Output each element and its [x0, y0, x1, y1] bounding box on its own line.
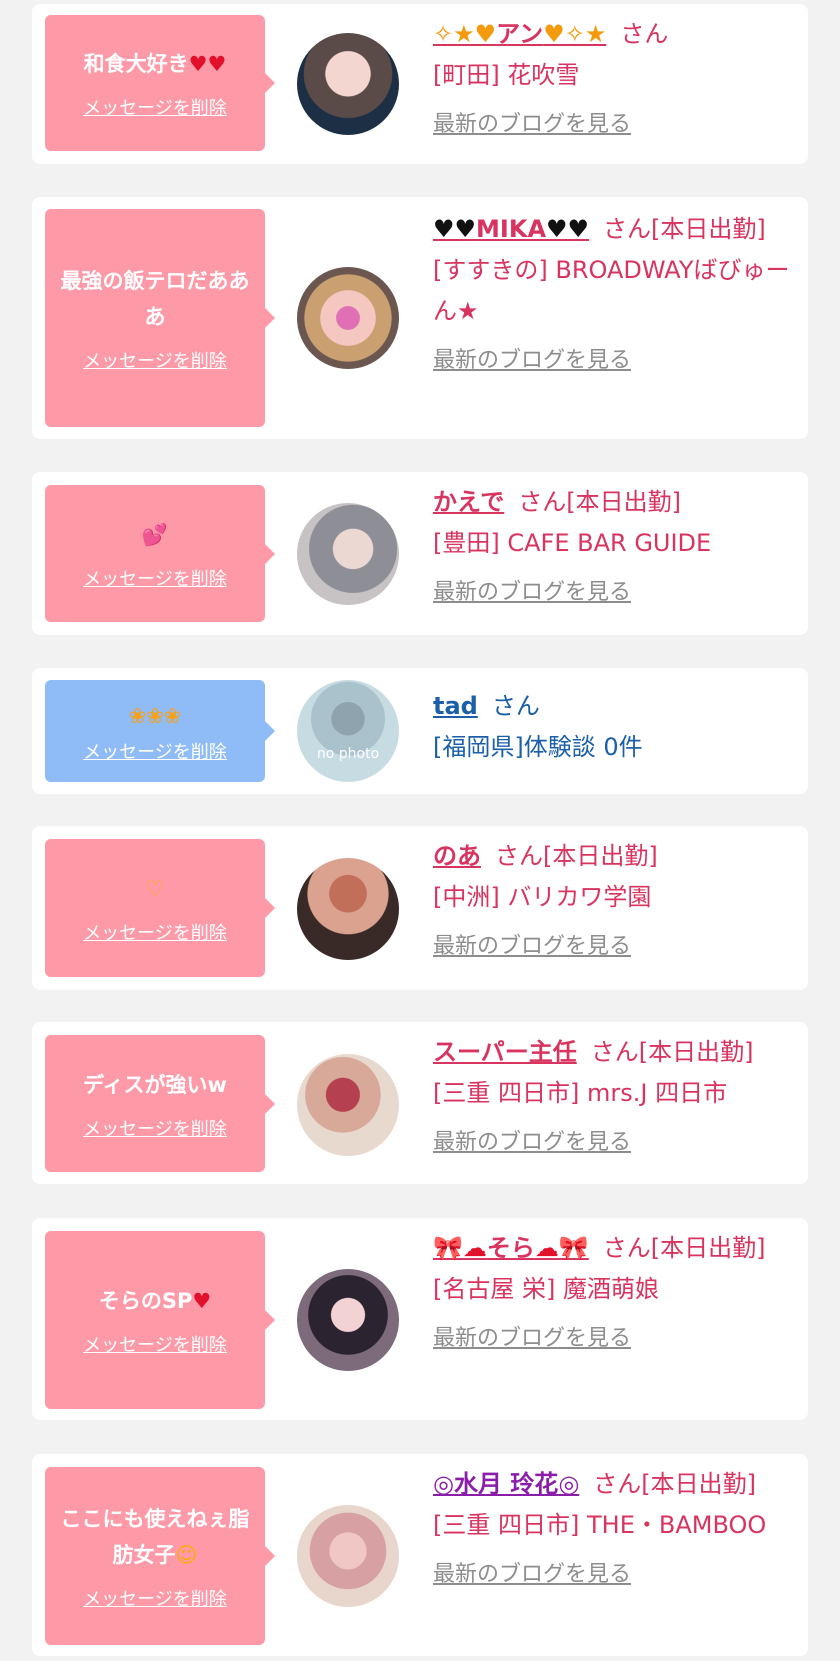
san-label: さん [593, 1470, 642, 1498]
message-text: 💕 [141, 522, 169, 547]
message-card: そらのSP♥ メッセージを削除 🎀☁そら☁🎀 さん[本日出勤] [名古屋 栄] 魔… [32, 1218, 808, 1420]
sender-info: かえで さん[本日出勤] [豊田] CAFE BAR GUIDE 最新のブログを見… [433, 482, 793, 613]
blog-link[interactable]: 最新のブログを見る [433, 340, 631, 381]
san-label: さん [495, 842, 543, 870]
blog-link[interactable]: 最新のブログを見る [433, 926, 631, 967]
message-card: ❀❀❀ メッセージを削除 no photo tad さん [福岡県]体験談 0件 [32, 668, 808, 794]
delete-message-link[interactable]: メッセージを削除 [83, 1331, 227, 1357]
blog-link[interactable]: 最新のブログを見る [433, 572, 631, 613]
sender-name-link[interactable]: tad [433, 692, 478, 720]
sender-name-line: のあ さん[本日出勤] [433, 836, 793, 877]
sender-name-line: tad さん [433, 686, 793, 727]
status-label: [本日出勤] [641, 1470, 756, 1498]
blog-link[interactable]: 最新のブログを見る [433, 104, 631, 145]
message-card: ディスが強いw メッセージを削除 スーパー主任 さん[本日出勤] [三重 四日市]… [32, 1022, 808, 1184]
avatar[interactable] [297, 267, 399, 369]
status-label: [本日出勤] [543, 842, 658, 870]
shop-label: [町田] 花吹雪 [433, 61, 580, 89]
sender-info: ✧★♥アン♥✧★ さん [町田] 花吹雪 最新のブログを見る [433, 14, 793, 145]
status-label: [本日出勤] [638, 1038, 754, 1066]
message-text: ディスが強いw [83, 1072, 227, 1097]
san-label: さん [602, 1234, 651, 1262]
blog-link[interactable]: 最新のブログを見る [433, 1554, 631, 1595]
sender-name-link[interactable]: のあ [433, 842, 481, 870]
avatar[interactable] [297, 858, 399, 960]
san-label: さん [603, 215, 652, 243]
message-text: ❀❀❀ [128, 704, 182, 728]
delete-message-link[interactable]: メッセージを削除 [83, 738, 227, 764]
message-bubble: ここにも使えねぇ脂肪女子☺ メッセージを削除 [45, 1467, 275, 1645]
sender-name-line: ♥♥MIKA♥♥ さん[本日出勤] [433, 209, 793, 250]
sender-info: スーパー主任 さん[本日出勤] [三重 四日市] mrs.J 四日市 最新のブログ… [433, 1032, 793, 1163]
san-label: さん [620, 20, 669, 48]
message-card: ♡ メッセージを削除 のあ さん[本日出勤] [中洲] バリカワ学園 最新のブログ… [32, 826, 808, 990]
delete-message-link[interactable]: メッセージを削除 [83, 347, 227, 373]
message-text: ここにも使えねぇ脂肪女子☺ [60, 1507, 250, 1567]
sender-info: のあ さん[本日出勤] [中洲] バリカワ学園 最新のブログを見る [433, 836, 793, 967]
sender-name-link[interactable]: スーパー主任 [433, 1038, 577, 1066]
sender-name-line: ◎水月 玲花◎ さん[本日出勤] [433, 1464, 793, 1505]
sender-name-link[interactable]: ✧★♥アン♥✧★ [433, 20, 606, 48]
message-bubble: 💕 メッセージを削除 [45, 485, 275, 622]
blog-link[interactable]: 最新のブログを見る [433, 1318, 631, 1359]
message-bubble: 和食大好き♥♥ メッセージを削除 [45, 15, 275, 151]
san-label: さん [491, 692, 540, 720]
sender-info: ◎水月 玲花◎ さん[本日出勤] [三重 四日市] THE・BAMBOO 最新のブ… [433, 1464, 793, 1595]
message-text: 和食大好き♥♥ [83, 52, 227, 76]
status-label: [本日出勤] [651, 215, 766, 243]
message-text: そらのSP♥ [98, 1289, 212, 1313]
blog-link[interactable]: 最新のブログを見る [433, 1122, 631, 1163]
shop-label: [名古屋 栄] 魔酒萌娘 [433, 1275, 659, 1303]
review-count-label: [福岡県]体験談 0件 [433, 733, 643, 761]
avatar[interactable] [297, 503, 399, 605]
sender-name-line: かえで さん[本日出勤] [433, 482, 793, 523]
sender-info: tad さん [福岡県]体験談 0件 [433, 686, 793, 768]
message-bubble: ❀❀❀ メッセージを削除 [45, 680, 275, 782]
message-card: 最強の飯テロだあああ メッセージを削除 ♥♥MIKA♥♥ さん[本日出勤] [すす… [32, 197, 808, 439]
avatar[interactable] [297, 1054, 399, 1156]
message-text: ♡ [145, 877, 165, 901]
message-bubble: ♡ メッセージを削除 [45, 839, 275, 977]
shop-label: [中洲] バリカワ学園 [433, 883, 652, 911]
message-card: 💕 メッセージを削除 かえで さん[本日出勤] [豊田] CAFE BAR GUI… [32, 472, 808, 635]
message-bubble: ディスが強いw メッセージを削除 [45, 1035, 275, 1172]
delete-message-link[interactable]: メッセージを削除 [83, 94, 227, 120]
shop-label: [豊田] CAFE BAR GUIDE [433, 529, 712, 557]
message-bubble: 最強の飯テロだあああ メッセージを削除 [45, 209, 275, 427]
sender-name-line: スーパー主任 さん[本日出勤] [433, 1032, 793, 1073]
delete-message-link[interactable]: メッセージを削除 [83, 919, 227, 945]
san-label: さん [518, 488, 567, 516]
message-list: 和食大好き♥♥ メッセージを削除 ✧★♥アン♥✧★ さん [町田] 花吹雪 最新の… [0, 0, 840, 1661]
avatar[interactable] [297, 33, 399, 135]
sender-name-line: 🎀☁そら☁🎀 さん[本日出勤] [433, 1228, 793, 1269]
sender-info: 🎀☁そら☁🎀 さん[本日出勤] [名古屋 栄] 魔酒萌娘 最新のブログを見る [433, 1228, 793, 1359]
no-photo-label: no photo [316, 746, 380, 762]
status-label: [本日出勤] [566, 488, 682, 516]
message-card: 和食大好き♥♥ メッセージを削除 ✧★♥アン♥✧★ さん [町田] 花吹雪 最新の… [32, 4, 808, 164]
delete-message-link[interactable]: メッセージを削除 [83, 565, 227, 591]
message-bubble: そらのSP♥ メッセージを削除 [45, 1231, 275, 1409]
sender-info: ♥♥MIKA♥♥ さん[本日出勤] [すすきの] BROADWAYばびゅーん★ 最… [433, 209, 793, 381]
shop-label: [三重 四日市] mrs.J 四日市 [433, 1079, 728, 1107]
sender-name-line: ✧★♥アン♥✧★ さん [433, 14, 793, 55]
shop-label: [すすきの] BROADWAYばびゅーん★ [433, 256, 790, 325]
sender-name-link[interactable]: ◎水月 玲花◎ [433, 1470, 579, 1498]
san-label: さん [590, 1038, 639, 1066]
sender-name-link[interactable]: 🎀☁そら☁🎀 [433, 1234, 589, 1262]
status-label: [本日出勤] [650, 1234, 766, 1262]
sender-name-link[interactable]: ♥♥MIKA♥♥ [433, 215, 589, 243]
delete-message-link[interactable]: メッセージを削除 [83, 1585, 227, 1611]
shop-label: [三重 四日市] THE・BAMBOO [433, 1511, 767, 1539]
avatar[interactable] [297, 1505, 399, 1607]
message-text: 最強の飯テロだあああ [60, 269, 250, 329]
no-photo-avatar[interactable]: no photo [297, 680, 399, 782]
message-card: ここにも使えねぇ脂肪女子☺ メッセージを削除 ◎水月 玲花◎ さん[本日出勤] [… [32, 1454, 808, 1656]
avatar[interactable] [297, 1269, 399, 1371]
delete-message-link[interactable]: メッセージを削除 [83, 1115, 227, 1141]
sender-name-link[interactable]: かえで [433, 488, 504, 516]
